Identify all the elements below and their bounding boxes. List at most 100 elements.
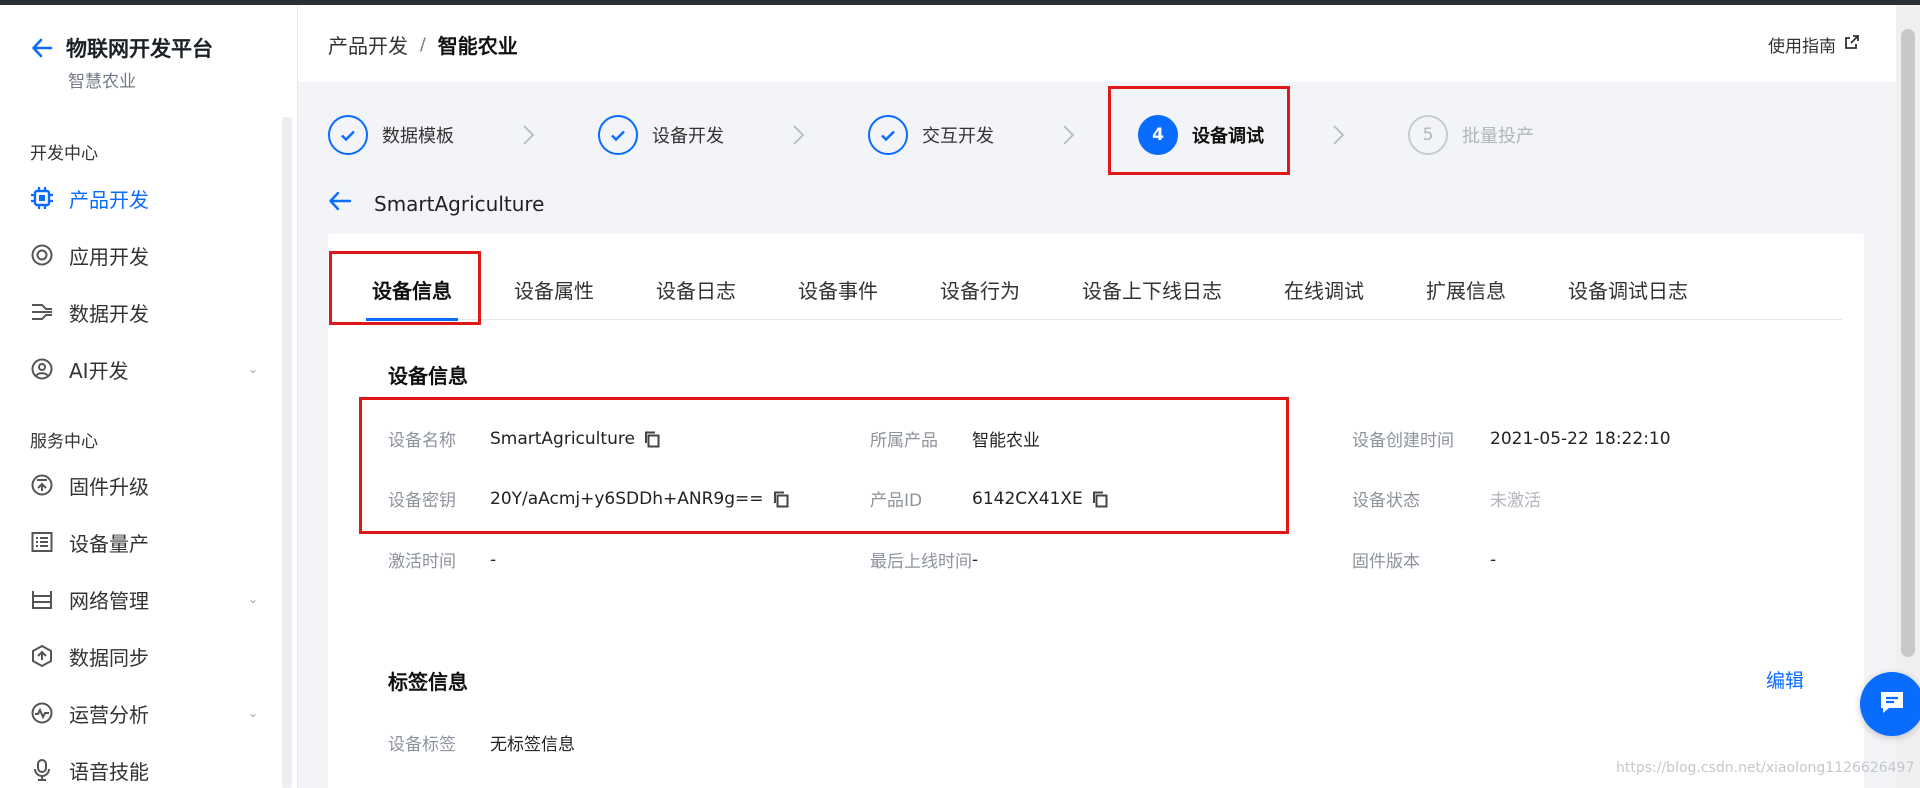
field-value: 2021-05-22 18:22:10	[1490, 428, 1671, 449]
status-badge: 未激活	[1490, 491, 1541, 511]
field-label: 激活时间	[388, 552, 456, 572]
tab-device-info[interactable]: 设备信息	[366, 270, 458, 321]
step-label: 数据模板	[382, 126, 454, 147]
field-label: 所属产品	[870, 431, 938, 451]
sidebar-item-label: 应用开发	[69, 244, 149, 269]
external-link-icon	[1844, 34, 1860, 55]
step-data-template[interactable]: 数据模板	[328, 108, 454, 162]
back-arrow-icon	[30, 36, 54, 60]
edit-tags-button[interactable]: 编辑	[1766, 666, 1804, 693]
field-created-time: 设备创建时间 2021-05-22 18:22:10	[1352, 426, 1671, 452]
user-guide-label: 使用指南	[1768, 37, 1836, 57]
tab-device-logs[interactable]: 设备日志	[656, 270, 736, 320]
sidebar-item-product-dev[interactable]: 产品开发	[28, 178, 258, 218]
copy-icon[interactable]	[772, 490, 790, 508]
field-product: 所属产品 智能农业	[870, 426, 1040, 451]
list-icon	[28, 528, 56, 556]
sidebar-item-firmware[interactable]: 固件升级	[28, 465, 258, 505]
sidebar-item-data-sync[interactable]: 数据同步	[28, 636, 258, 676]
copy-icon[interactable]	[1091, 490, 1109, 508]
chat-support-button[interactable]	[1860, 672, 1920, 736]
field-device-name: 设备名称 SmartAgriculture	[388, 426, 661, 451]
sync-icon	[28, 642, 56, 670]
field-label: 设备状态	[1352, 491, 1420, 511]
scrollbar-thumb[interactable]	[1901, 29, 1915, 657]
step-number: 4	[1138, 115, 1178, 155]
field-product-id: 产品ID 6142CX41XE	[870, 486, 1109, 511]
check-icon	[598, 115, 638, 155]
chevron-right-icon	[1063, 125, 1075, 145]
sidebar-item-app-dev[interactable]: 应用开发	[28, 235, 258, 275]
step-label: 设备调试	[1192, 126, 1264, 147]
firmware-icon	[28, 471, 56, 499]
sidebar-item-ai-dev[interactable]: AI开发 ⌄	[28, 349, 258, 389]
device-title: SmartAgriculture	[374, 191, 545, 216]
sidebar-item-label: 设备量产	[69, 531, 149, 556]
sidebar-item-mass-production[interactable]: 设备量产	[28, 522, 258, 562]
tab-device-actions[interactable]: 设备行为	[940, 270, 1020, 320]
sidebar-item-analytics[interactable]: 运营分析 ⌄	[28, 693, 258, 733]
sidebar-item-data-dev[interactable]: 数据开发	[28, 292, 258, 332]
progress-steps: 数据模板 设备开发 交互开发 4 设备调试 5 批量投产	[328, 108, 1888, 162]
breadcrumb: 产品开发 / 智能农业	[328, 30, 518, 59]
sidebar-item-label: 语音技能	[69, 759, 149, 784]
copy-icon[interactable]	[643, 430, 661, 448]
sidebar-item-label: 数据开发	[69, 301, 149, 326]
field-value: 6142CX41XE	[972, 488, 1083, 509]
page-header: 产品开发 / 智能农业 使用指南	[298, 5, 1896, 82]
chip-icon	[28, 184, 56, 212]
main-content: 产品开发 / 智能农业 使用指南 数据模板 设备开发 交互开发 4 设备调试 5…	[298, 5, 1896, 788]
voice-icon	[28, 756, 56, 784]
sidebar-item-label: 固件升级	[69, 474, 149, 499]
section-title-tags: 标签信息	[388, 670, 468, 694]
step-label: 交互开发	[922, 126, 994, 147]
check-icon	[868, 115, 908, 155]
breadcrumb-current: 智能农业	[437, 34, 518, 58]
user-guide-link[interactable]: 使用指南	[1768, 32, 1860, 57]
step-mass-production[interactable]: 5 批量投产	[1408, 108, 1534, 162]
sidebar: 物联网开发平台 智慧农业 开发中心 产品开发 应用开发 数据开发 AI开发 ⌄ …	[0, 5, 298, 788]
step-label: 批量投产	[1462, 126, 1534, 147]
sidebar-item-voice[interactable]: 语音技能	[28, 750, 258, 788]
field-label: 设备标签	[388, 735, 456, 755]
chevron-down-icon: ⌄	[247, 592, 258, 606]
device-title-bar: SmartAgriculture	[328, 190, 545, 217]
step-interaction-dev[interactable]: 交互开发	[868, 108, 994, 162]
tab-device-events[interactable]: 设备事件	[798, 270, 878, 320]
field-last-online: 最后上线时间 -	[870, 547, 979, 573]
field-value: -	[972, 549, 979, 570]
breadcrumb-product-dev[interactable]: 产品开发	[328, 30, 408, 59]
step-device-dev[interactable]: 设备开发	[598, 108, 724, 162]
tab-debug-logs[interactable]: 设备调试日志	[1568, 270, 1688, 320]
field-device-tags: 设备标签 无标签信息	[388, 730, 575, 755]
tab-device-properties[interactable]: 设备属性	[514, 270, 594, 320]
device-detail-card: 设备信息 设备属性 设备日志 设备事件 设备行为 设备上下线日志 在线调试 扩展…	[328, 234, 1864, 788]
back-arrow-icon[interactable]	[328, 190, 352, 217]
tab-online-debug[interactable]: 在线调试	[1284, 270, 1364, 320]
analytics-icon	[28, 699, 56, 727]
field-label: 固件版本	[1352, 552, 1420, 572]
tab-extended-info[interactable]: 扩展信息	[1426, 270, 1506, 320]
chevron-right-icon	[523, 125, 535, 145]
field-value-wrap: 6142CX41XE	[972, 489, 1109, 509]
chevron-right-icon	[793, 125, 805, 145]
sidebar-scrollbar[interactable]	[282, 117, 292, 788]
field-label: 设备名称	[388, 431, 456, 451]
field-value: -	[490, 549, 497, 570]
step-label: 设备开发	[652, 126, 724, 147]
app-icon	[28, 241, 56, 269]
page-scrollbar[interactable]	[1896, 5, 1920, 788]
field-label: 设备创建时间	[1352, 431, 1454, 451]
field-label: 设备密钥	[388, 491, 456, 511]
field-value-wrap: SmartAgriculture	[490, 429, 661, 449]
sidebar-item-label: 产品开发	[69, 187, 149, 212]
field-value-wrap: 20Y/aAcmj+y6SDDh+ANR9g==	[490, 489, 790, 509]
sidebar-item-network[interactable]: 网络管理 ⌄	[28, 579, 258, 619]
tab-online-offline-logs[interactable]: 设备上下线日志	[1082, 270, 1222, 320]
field-activation-time: 激活时间 -	[388, 547, 497, 573]
step-device-debug[interactable]: 4 设备调试	[1138, 108, 1264, 162]
section-title-dev: 开发中心	[30, 144, 98, 164]
platform-back-link[interactable]: 物联网开发平台	[30, 33, 213, 63]
project-name: 智慧农业	[68, 72, 136, 92]
breadcrumb-separator: /	[420, 34, 426, 55]
